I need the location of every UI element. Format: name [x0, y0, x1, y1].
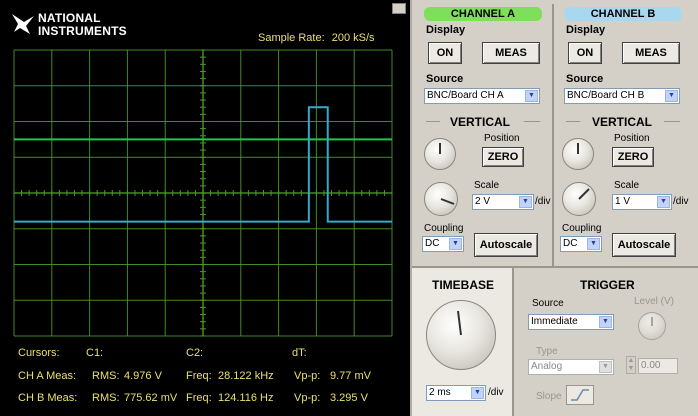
ch-b-meas-button[interactable]: MEAS — [622, 42, 680, 64]
trigger-level-label: Level (V) — [634, 296, 675, 307]
chevron-down-icon: ▼ — [587, 238, 600, 250]
ch-a-vpp-value: 9.77 mV — [330, 370, 371, 382]
ch-b-source-value: BNC/Board CH B — [567, 90, 645, 101]
ch-a-position-label: Position — [484, 133, 520, 144]
ch-b-vertical-title: VERTICAL — [592, 115, 652, 129]
ch-a-scale-unit: /div — [535, 196, 551, 207]
timebase-divider — [512, 268, 514, 416]
ch-b-freq-label: Freq: — [186, 392, 212, 404]
logo-line2: INSTRUMENTS — [38, 24, 127, 38]
ch-a-source-value: BNC/Board CH A — [427, 90, 504, 101]
ch-a-scale-label: Scale — [474, 180, 500, 191]
ch-b-source-select[interactable]: BNC/Board CH B ▼ — [564, 88, 680, 104]
trigger-source-label: Source — [532, 298, 564, 309]
ch-a-zero-button[interactable]: ZERO — [482, 147, 524, 167]
ch-a-on-button[interactable]: ON — [428, 42, 462, 64]
ch-b-scale-unit: /div — [673, 196, 689, 207]
timebase-knob[interactable] — [426, 300, 496, 370]
chevron-down-icon: ▼ — [471, 387, 484, 399]
trigger-type-value: Analog — [531, 361, 563, 372]
trigger-slope-button[interactable] — [566, 385, 594, 405]
rising-edge-icon — [571, 389, 589, 401]
logo-line1: NATIONAL — [38, 11, 101, 25]
ch-a-rms-label: RMS: — [92, 370, 120, 382]
ch-a-scale-knob[interactable] — [424, 182, 458, 216]
ch-a-rms-value: 4.976 V — [124, 370, 162, 382]
cursors-title: Cursors: — [18, 347, 60, 359]
ch-a-vertical-title: VERTICAL — [450, 115, 510, 129]
channel-a-tab[interactable]: CHANNEL A — [424, 7, 542, 21]
ch-a-source-label: Source — [426, 73, 464, 85]
ch-b-meas-label: CH B Meas: — [18, 392, 78, 404]
sample-rate-label: Sample Rate: — [258, 32, 325, 44]
ch-a-autoscale-button[interactable]: Autoscale — [474, 233, 538, 257]
ch-b-position-label: Position — [614, 133, 650, 144]
timebase-value: 2 ms — [429, 387, 451, 398]
trigger-slope-label: Slope — [536, 391, 562, 402]
timebase-title: TIMEBASE — [432, 278, 495, 292]
ch-a-source-select[interactable]: BNC/Board CH A ▼ — [424, 88, 540, 104]
ch-b-source-label: Source — [566, 73, 604, 85]
oscilloscope-screen: NATIONAL INSTRUMENTS Sample Rate: 200 kS… — [0, 0, 410, 416]
ch-b-coupling-value: DC — [563, 238, 578, 249]
chevron-down-icon: ▼ — [519, 196, 532, 208]
ch-a-coupling-select[interactable]: DC ▼ — [422, 236, 464, 252]
ch-a-meas-button[interactable]: MEAS — [482, 42, 540, 64]
scope-display — [13, 49, 393, 337]
ch-b-vpp-label: Vp-p: — [294, 392, 321, 404]
trigger-source-select[interactable]: Immediate ▼ — [528, 314, 614, 330]
ch-b-display-label: Display — [566, 24, 606, 36]
ch-b-vpp-value: 3.295 V — [330, 392, 368, 404]
trigger-source-value: Immediate — [531, 316, 578, 327]
ch-a-coupling-value: DC — [425, 238, 440, 249]
ch-a-vpp-label: Vp-p: — [294, 370, 321, 382]
ch-b-scale-value: 1 V — [615, 196, 631, 207]
ch-b-coupling-label: Coupling — [562, 223, 602, 234]
ch-a-scale-select[interactable]: 2 V ▼ — [472, 194, 534, 210]
channel-divider — [552, 4, 554, 266]
ch-a-meas-label: CH A Meas: — [18, 370, 77, 382]
cursor-c1-label: C1: — [86, 347, 104, 359]
ch-b-rms-value: 775.62 mV — [124, 392, 178, 404]
ch-b-rms-label: RMS: — [92, 392, 120, 404]
ch-b-scale-knob[interactable] — [562, 182, 596, 216]
sample-rate: Sample Rate: 200 kS/s — [258, 32, 375, 44]
sample-rate-value: 200 kS/s — [331, 32, 375, 44]
timebase-unit: /div — [488, 387, 504, 398]
ch-b-autoscale-button[interactable]: Autoscale — [612, 233, 676, 257]
ch-a-position-knob[interactable] — [424, 138, 456, 170]
ch-a-freq-label: Freq: — [186, 370, 212, 382]
timebase-select[interactable]: 2 ms ▼ — [426, 385, 486, 401]
ch-b-position-knob[interactable] — [562, 138, 594, 170]
chevron-down-icon: ▼ — [599, 316, 612, 328]
trigger-level-input[interactable]: 0.00 — [638, 358, 678, 374]
ch-a-scale-value: 2 V — [475, 196, 491, 207]
restore-window-icon[interactable] — [392, 3, 406, 14]
ch-b-scale-label: Scale — [614, 180, 640, 191]
ch-b-coupling-select[interactable]: DC ▼ — [560, 236, 602, 252]
chevron-down-icon: ▼ — [665, 90, 678, 102]
ch-a-coupling-label: Coupling — [424, 223, 464, 234]
ch-a-display-label: Display — [426, 24, 466, 36]
trigger-type-label: Type — [536, 346, 558, 357]
trigger-title: TRIGGER — [580, 278, 635, 292]
trigger-type-select[interactable]: Analog ▼ — [528, 359, 614, 375]
scope-grid — [13, 49, 393, 337]
chevron-down-icon: ▼ — [599, 361, 612, 373]
chevron-down-icon: ▼ — [525, 90, 538, 102]
channel-b-tab[interactable]: CHANNEL B — [564, 7, 682, 21]
ch-a-freq-value: 28.122 kHz — [218, 370, 274, 382]
cursor-dt-label: dT: — [292, 347, 307, 359]
cursor-c2-label: C2: — [186, 347, 204, 359]
level-spinner[interactable]: ▲ ▼ — [626, 356, 636, 374]
ch-b-zero-button[interactable]: ZERO — [612, 147, 654, 167]
trigger-level-knob[interactable] — [638, 312, 666, 340]
ni-eagle-icon — [12, 14, 34, 34]
ch-b-on-button[interactable]: ON — [568, 42, 602, 64]
chevron-down-icon: ▼ — [449, 238, 462, 250]
chevron-down-icon: ▼ — [657, 196, 670, 208]
ch-b-scale-select[interactable]: 1 V ▼ — [612, 194, 672, 210]
ch-b-freq-value: 124.116 Hz — [218, 392, 274, 404]
control-panel: CHANNEL A Display ON MEAS Source BNC/Boa… — [410, 0, 698, 416]
